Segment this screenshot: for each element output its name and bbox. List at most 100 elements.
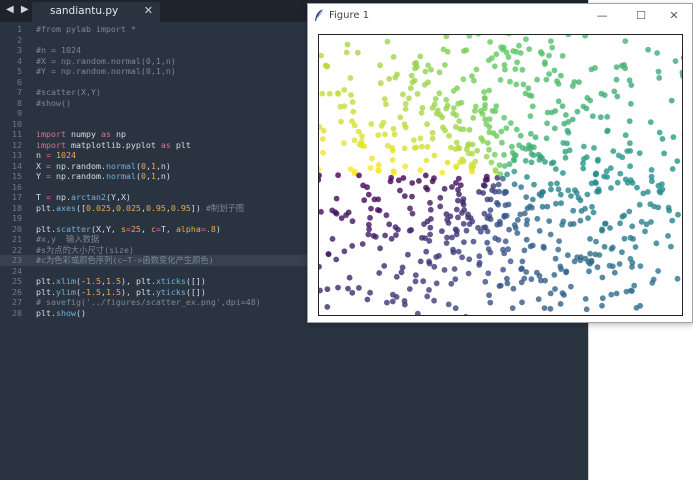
code-line[interactable]: import matplotlib.pyplot as plt [36, 140, 191, 151]
scatter-point [488, 159, 495, 166]
scatter-point [341, 248, 348, 255]
scatter-point [583, 105, 590, 112]
scatter-point [496, 283, 503, 289]
code-line[interactable]: #X = np.random.normal(0,1,n) [36, 56, 176, 67]
code-line[interactable]: #from pylab import * [36, 24, 136, 35]
scatter-point [319, 166, 322, 173]
close-button[interactable]: ✕ [663, 8, 685, 24]
scatter-point [349, 118, 355, 125]
code-token: # savefig('../figures/scatter_ex.png',dp… [36, 297, 261, 307]
code-line[interactable]: plt.axes([0.025,0.025,0.95,0.95]) #制划子图 [36, 203, 244, 214]
scatter-point [519, 258, 526, 265]
code-line[interactable]: plt.xlim(-1.5,1.5), plt.xticks([]) [36, 276, 206, 287]
code-line[interactable]: n = 1024 [36, 150, 76, 161]
scatter-point [649, 178, 655, 185]
scatter-point [582, 35, 588, 39]
code-token: yticks [155, 286, 186, 297]
scatter-point [319, 52, 325, 59]
scatter-point [632, 244, 639, 250]
scatter-point [460, 196, 467, 203]
code-token: plt. [36, 307, 56, 318]
scatter-point [609, 244, 616, 251]
scatter-point [511, 181, 518, 188]
tab-close-icon[interactable]: ✕ [144, 4, 153, 17]
scatter-point [629, 223, 636, 230]
scatter-point [370, 232, 377, 239]
code-token: ,n) [155, 160, 171, 171]
scatter-point [391, 131, 398, 138]
scatter-point [626, 208, 633, 215]
scatter-point [510, 48, 517, 54]
scatter-point [365, 191, 372, 198]
scatter-point [655, 182, 662, 189]
scatter-point [622, 132, 629, 139]
scatter-point [443, 35, 450, 40]
code-token: X [36, 160, 46, 171]
code-line[interactable]: plt.show() [36, 308, 86, 319]
scatter-point [548, 186, 554, 193]
code-line[interactable]: #scatter(X,Y) [36, 87, 101, 98]
scatter-point [526, 46, 533, 52]
scatter-point [518, 184, 524, 191]
tab-sandiantu[interactable]: sandiantu.py ✕ [32, 2, 160, 22]
code-line[interactable]: #s为点的大小尺寸(size) [36, 245, 134, 256]
scatter-point [611, 88, 618, 95]
scatter-point [433, 280, 440, 287]
scatter-point [610, 148, 617, 154]
scatter-point [655, 68, 662, 75]
scatter-point [382, 232, 388, 239]
code-token: , [140, 223, 151, 234]
scatter-point [501, 212, 508, 219]
scatter-point [626, 77, 633, 84]
scatter-point [580, 165, 587, 172]
scatter-point [539, 50, 545, 57]
code-line[interactable]: plt.scatter(X,Y, s=25, c=T, alpha=.8) [36, 224, 221, 235]
scatter-point [388, 235, 395, 242]
scatter-point [619, 249, 625, 256]
scatter-point [349, 99, 356, 105]
scatter-point [562, 148, 569, 155]
scatter-point [516, 142, 522, 149]
scatter-point [439, 228, 445, 235]
scatter-point [516, 42, 522, 49]
code-line[interactable]: #n = 1024 [36, 45, 81, 56]
scatter-point [437, 194, 444, 201]
scatter-point [480, 224, 487, 231]
code-line[interactable]: Y = np.random.normal(0,1,n) [36, 171, 171, 182]
code-token: n [36, 150, 46, 160]
scatter-point [603, 168, 610, 175]
code-token: #X = np.random.normal(0,1,n) [36, 55, 176, 66]
scatter-point [618, 62, 625, 69]
maximize-button[interactable]: ☐ [630, 8, 652, 24]
scatter-point [410, 137, 417, 143]
scatter-point [452, 226, 459, 233]
scatter-point [433, 110, 440, 117]
scatter-point [424, 293, 431, 300]
code-token: scatter [55, 223, 91, 234]
scatter-point [453, 163, 459, 170]
scatter-point [517, 211, 524, 218]
minimize-button[interactable]: — [591, 8, 613, 24]
code-line[interactable]: #c为色彩或颜色序列(c~T->函数变化产生颜色) [36, 255, 214, 266]
code-line[interactable]: X = np.random.normal(0,1,n) [36, 161, 171, 172]
scatter-point [428, 66, 434, 73]
code-line[interactable]: #show() [36, 98, 71, 109]
code-line[interactable]: #Y = np.random.normal(0,1,n) [36, 66, 176, 77]
scatter-point [560, 170, 566, 176]
scatter-point [583, 306, 590, 313]
code-line[interactable]: T = np.arctan2(Y,X) [36, 192, 131, 203]
figure-titlebar[interactable]: Figure 1 — ☐ ✕ [308, 4, 692, 28]
scatter-point [599, 302, 605, 309]
scatter-point [630, 236, 636, 242]
scatter-point [443, 211, 450, 218]
scatter-point [417, 167, 424, 174]
scatter-point [559, 53, 566, 59]
code-line[interactable]: #x,y 输入数据 [36, 234, 99, 245]
code-line[interactable]: # savefig('../figures/scatter_ex.png',dp… [36, 297, 261, 308]
scatter-point [399, 264, 406, 271]
code-line[interactable]: plt.ylim(-1.5,1.5), plt.yticks([]) [36, 287, 206, 298]
scatter-point [427, 224, 434, 231]
code-line[interactable]: import numpy as np [36, 129, 126, 140]
scatter-point [507, 120, 514, 126]
tab-nav-arrows[interactable]: ◀ ▶ [6, 4, 31, 15]
